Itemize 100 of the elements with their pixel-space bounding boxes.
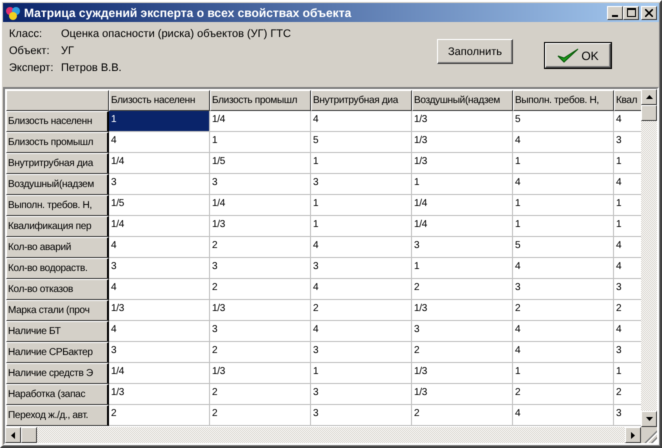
table-cell[interactable]: 4 xyxy=(109,279,210,300)
table-cell[interactable]: 1 xyxy=(311,153,412,174)
table-cell[interactable]: 1/4 xyxy=(210,195,311,216)
table-cell[interactable]: 1 xyxy=(109,111,210,132)
table-cell[interactable]: 2 xyxy=(210,384,311,405)
scroll-thumb[interactable] xyxy=(641,105,657,121)
table-cell[interactable]: 1/4 xyxy=(109,363,210,384)
table-cell[interactable]: 4 xyxy=(109,237,210,258)
table-cell[interactable]: 4 xyxy=(513,321,614,342)
table-cell[interactable]: 4 xyxy=(513,405,614,426)
row-header[interactable]: Квалификация пер xyxy=(6,216,109,237)
close-button[interactable] xyxy=(641,6,657,20)
table-cell[interactable]: 1/4 xyxy=(412,195,513,216)
table-cell[interactable]: 1/4 xyxy=(109,153,210,174)
table-cell[interactable]: 3 xyxy=(412,321,513,342)
table-cell[interactable]: 3 xyxy=(311,384,412,405)
column-header[interactable]: Близость промышл xyxy=(210,90,311,111)
table-cell[interactable]: 1/4 xyxy=(210,111,311,132)
row-header[interactable]: Близость населенн xyxy=(6,111,109,132)
table-cell[interactable]: 1/3 xyxy=(412,132,513,153)
table-cell[interactable]: 3 xyxy=(311,405,412,426)
table-cell[interactable]: 1/4 xyxy=(109,216,210,237)
table-cell[interactable]: 2 xyxy=(311,300,412,321)
table-cell[interactable]: 1/3 xyxy=(412,153,513,174)
table-cell[interactable]: 1 xyxy=(513,363,614,384)
table-cell[interactable]: 4 xyxy=(513,258,614,279)
scroll-up-button[interactable] xyxy=(641,89,657,105)
table-cell[interactable]: 1/3 xyxy=(210,300,311,321)
table-cell[interactable]: 4 xyxy=(513,174,614,195)
table-cell[interactable]: 1 xyxy=(311,216,412,237)
row-header[interactable]: Наличие СРБактер xyxy=(6,342,109,363)
table-cell[interactable]: 3 xyxy=(311,174,412,195)
size-grip-icon[interactable] xyxy=(641,427,657,443)
scroll-thumb[interactable] xyxy=(21,427,37,443)
table-cell[interactable]: 1/3 xyxy=(412,384,513,405)
table-cell[interactable]: 5 xyxy=(311,132,412,153)
table-cell[interactable]: 1 xyxy=(513,216,614,237)
table-cell[interactable]: 2 xyxy=(412,279,513,300)
row-header[interactable]: Близость промышл xyxy=(6,132,109,153)
table-cell[interactable]: 2 xyxy=(210,237,311,258)
table-cell[interactable]: 3 xyxy=(210,258,311,279)
table-cell[interactable]: 1/3 xyxy=(210,363,311,384)
table-cell[interactable]: 3 xyxy=(210,321,311,342)
table-cell[interactable]: 2 xyxy=(513,384,614,405)
table-cell[interactable]: 3 xyxy=(311,258,412,279)
row-header[interactable]: Кол-во аварий xyxy=(6,237,109,258)
table-cell[interactable]: 1/5 xyxy=(109,195,210,216)
table-cell[interactable]: 3 xyxy=(513,279,614,300)
row-header[interactable]: Воздушный(надзем xyxy=(6,174,109,195)
fill-button[interactable]: Заполнить xyxy=(437,39,513,64)
table-cell[interactable]: 2 xyxy=(513,300,614,321)
table-cell[interactable]: 4 xyxy=(109,132,210,153)
row-header[interactable]: Кол-во отказов xyxy=(6,279,109,300)
maximize-button[interactable] xyxy=(623,6,639,20)
table-cell[interactable]: 4 xyxy=(513,132,614,153)
table-cell[interactable]: 1/3 xyxy=(210,216,311,237)
table-cell[interactable]: 4 xyxy=(311,111,412,132)
minimize-button[interactable] xyxy=(607,6,623,20)
table-cell[interactable]: 1/4 xyxy=(412,216,513,237)
table-cell[interactable]: 4 xyxy=(311,279,412,300)
column-header[interactable]: Воздушный(надзем xyxy=(412,90,513,111)
table-cell[interactable]: 2 xyxy=(412,342,513,363)
table-cell[interactable]: 3 xyxy=(109,342,210,363)
table-cell[interactable]: 4 xyxy=(311,237,412,258)
row-header[interactable]: Кол-во водораств. xyxy=(6,258,109,279)
table-cell[interactable]: 1/3 xyxy=(412,111,513,132)
horizontal-scrollbar[interactable] xyxy=(5,427,641,443)
row-header[interactable]: Наработка (запас xyxy=(6,384,109,405)
table-cell[interactable]: 3 xyxy=(311,342,412,363)
scroll-down-button[interactable] xyxy=(641,411,657,427)
column-header[interactable]: Внутритрубная диа xyxy=(311,90,412,111)
table-cell[interactable]: 1/3 xyxy=(412,363,513,384)
column-header[interactable]: Квал xyxy=(614,90,641,111)
table-cell[interactable]: 3 xyxy=(109,258,210,279)
table-cell[interactable]: 1 xyxy=(311,363,412,384)
table-cell[interactable]: 5 xyxy=(513,111,614,132)
table-cell[interactable]: 4 xyxy=(513,342,614,363)
table-cell[interactable]: 1/3 xyxy=(412,300,513,321)
row-header[interactable]: Марка стали (проч xyxy=(6,300,109,321)
table-cell[interactable]: 1 xyxy=(412,174,513,195)
table-cell[interactable]: 3 xyxy=(210,174,311,195)
table-cell[interactable]: 2 xyxy=(109,405,210,426)
table-cell[interactable]: 1 xyxy=(513,153,614,174)
table-cell[interactable]: 1/5 xyxy=(210,153,311,174)
row-header[interactable]: Переход ж./д., авт. xyxy=(6,405,109,426)
table-cell[interactable]: 1 xyxy=(412,258,513,279)
table-cell[interactable]: 1 xyxy=(513,195,614,216)
table-cell[interactable]: 4 xyxy=(109,321,210,342)
scroll-right-button[interactable] xyxy=(625,427,641,443)
row-header[interactable]: Внутритрубная диа xyxy=(6,153,109,174)
table-cell[interactable]: 3 xyxy=(109,174,210,195)
row-header[interactable]: Выполн. требов. Н, xyxy=(6,195,109,216)
table-cell[interactable]: 5 xyxy=(513,237,614,258)
table-cell[interactable]: 1 xyxy=(311,195,412,216)
table-cell[interactable]: 4 xyxy=(311,321,412,342)
table-cell[interactable]: 2 xyxy=(412,405,513,426)
column-header[interactable]: Выполн. требов. Н, xyxy=(513,90,614,111)
table-cell[interactable]: 1/3 xyxy=(109,384,210,405)
table-cell[interactable]: 1/3 xyxy=(109,300,210,321)
column-header[interactable]: Близость населенн xyxy=(109,90,210,111)
